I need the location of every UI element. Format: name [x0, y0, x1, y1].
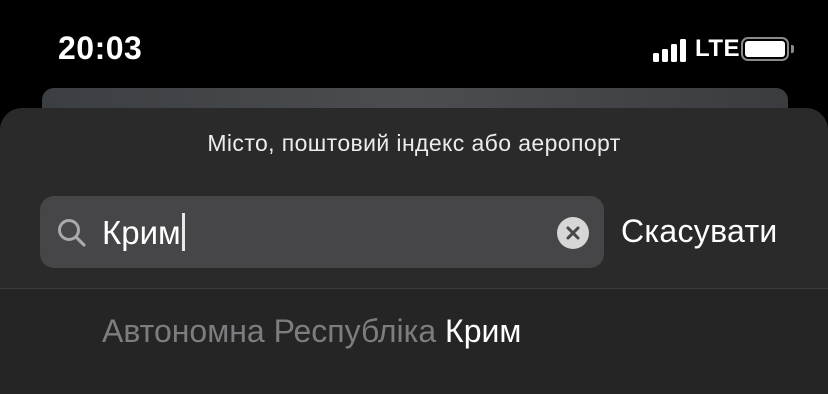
search-input-value: Крим [102, 214, 181, 251]
search-prompt: Місто, поштовий індекс або аеропорт [207, 130, 621, 156]
result-prefix: Автономна Республіка [102, 313, 446, 349]
battery-icon [741, 37, 789, 61]
cancel-button[interactable]: Скасувати [621, 213, 778, 250]
screen: 20:03 LTE Місто, поштовий індекс або аер… [0, 0, 828, 394]
text-caret [181, 213, 185, 251]
battery-level [745, 41, 785, 57]
results-list: Автономна Республіка Крим [0, 289, 828, 394]
list-item[interactable]: Автономна Республіка Крим [102, 313, 521, 350]
status-bar: 20:03 LTE [0, 0, 828, 100]
clear-search-button[interactable] [557, 217, 589, 249]
result-match: Крим [445, 313, 522, 349]
search-icon [58, 219, 86, 247]
search-sheet: Місто, поштовий індекс або аеропорт Крим… [0, 108, 828, 394]
search-field[interactable]: Крим [40, 196, 604, 268]
cellular-signal-icon [653, 38, 689, 62]
clear-icon [566, 226, 580, 240]
search-input[interactable]: Крим [102, 213, 185, 252]
status-time: 20:03 [58, 30, 143, 66]
battery-cap [791, 45, 794, 53]
network-type: LTE [695, 35, 741, 62]
